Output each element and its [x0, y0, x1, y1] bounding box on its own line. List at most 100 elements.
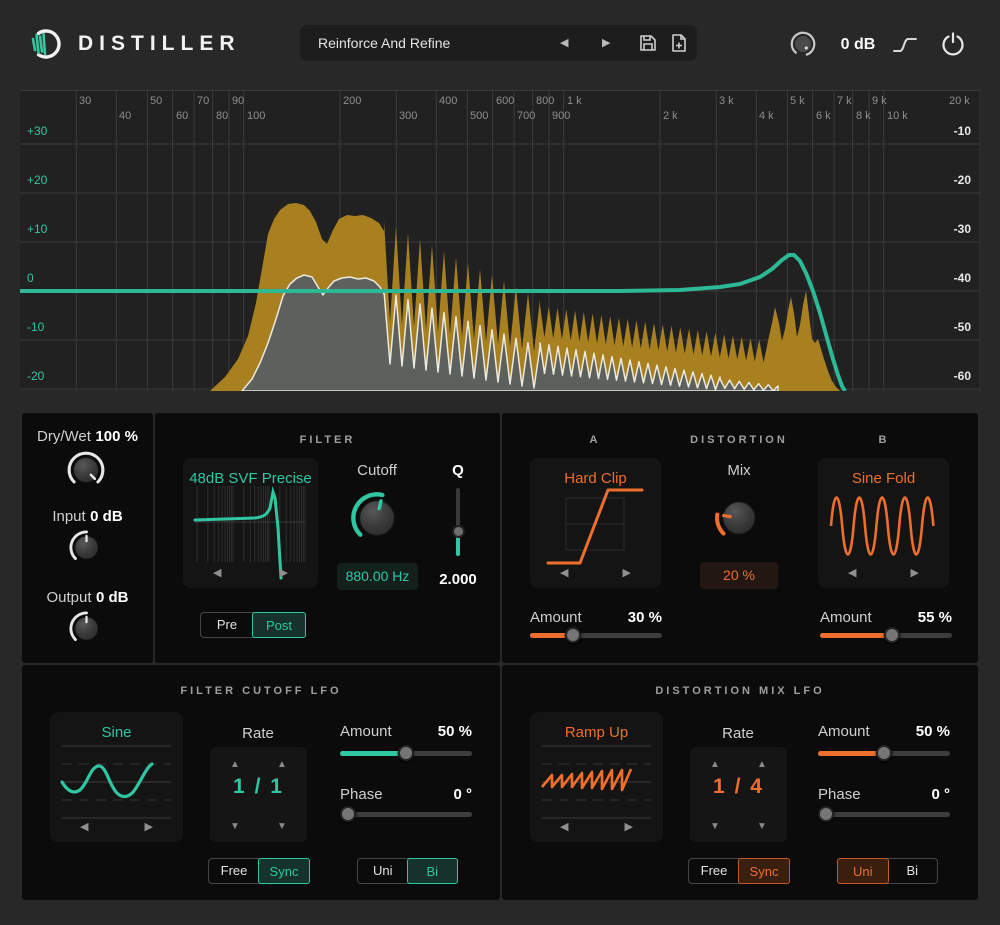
filter-panel: FILTER 48dB SVF Precise ◀ ▶ Pre Post Cut…: [155, 413, 500, 663]
lfo1-header: FILTER CUTOFF LFO: [22, 685, 500, 697]
slider-handle[interactable]: [876, 745, 892, 761]
lfo2-uni-option[interactable]: Uni: [837, 858, 889, 884]
lfo2-shape-prev-button[interactable]: ◀: [560, 820, 568, 833]
slider-handle[interactable]: [565, 627, 581, 643]
lfo1-phase-label: Phase: [340, 786, 383, 803]
rate-denominator-up-button[interactable]: ▲: [267, 759, 297, 770]
cutoff-value[interactable]: 880.00 Hz: [337, 563, 418, 590]
rate-numerator-down-button[interactable]: ▼: [220, 821, 250, 832]
lfo2-phase-value: 0 °: [890, 786, 950, 803]
soft-clip-icon[interactable]: [892, 37, 918, 53]
rate-numerator-down-button[interactable]: ▼: [700, 821, 730, 832]
q-value: 2.000: [428, 571, 488, 588]
lfo2-phase-slider[interactable]: [818, 806, 950, 822]
lfo1-rate-label: Rate: [218, 725, 298, 742]
rate-denominator-down-button[interactable]: ▼: [267, 821, 297, 832]
cutoff-knob[interactable]: [349, 490, 405, 546]
routing-pre-option[interactable]: Pre: [201, 613, 253, 637]
filter-routing-toggle: Pre Post: [200, 612, 306, 638]
distortion-a-type-selector[interactable]: Hard Clip ◀ ▶: [530, 458, 661, 588]
output-value: 0 dB: [96, 589, 129, 606]
input-row: Input 0 dB: [22, 508, 153, 526]
lfo1-uni-option[interactable]: Uni: [358, 859, 408, 883]
filter-type-next-button[interactable]: ▶: [280, 566, 288, 579]
slider-track: [818, 812, 950, 817]
filter-type-prev-button[interactable]: ◀: [213, 566, 221, 579]
lfo2-amount-slider[interactable]: [818, 745, 950, 761]
sine-wave-thumbnail: [50, 712, 183, 842]
output-gain-value[interactable]: 0 dB: [830, 27, 886, 63]
rate-numerator-up-button[interactable]: ▲: [700, 759, 730, 770]
lfo1-free-option[interactable]: Free: [209, 859, 259, 883]
output-level-knob[interactable]: [68, 610, 105, 647]
drywet-label: Dry/Wet: [37, 428, 91, 445]
slider-handle[interactable]: [398, 745, 414, 761]
preset-name[interactable]: Reinforce And Refine: [318, 25, 450, 61]
cutoff-label: Cutoff: [337, 462, 417, 479]
input-value: 0 dB: [90, 508, 123, 525]
q-slider[interactable]: [452, 488, 465, 556]
mix-value[interactable]: 20 %: [700, 562, 778, 589]
slider-track: [340, 812, 472, 817]
lfo2-shape-next-button[interactable]: ▶: [625, 820, 633, 833]
logo-icon: [26, 24, 66, 64]
distortion-panel: A DISTORTION B Hard Clip ◀ ▶ Mix 20 % Si…: [502, 413, 978, 663]
top-bar: DISTILLER Reinforce And Refine ◀ ▶ 0 dB: [0, 0, 1000, 90]
lfo2-phase-label: Phase: [818, 786, 861, 803]
save-as-new-preset-icon[interactable]: [670, 33, 688, 53]
slider-fill: [340, 751, 406, 756]
amount-b-slider[interactable]: [820, 627, 952, 643]
distortion-header: DISTORTION: [659, 434, 819, 446]
amount-a-slider[interactable]: [530, 627, 662, 643]
knob-indicator-dot: [805, 46, 808, 49]
slider-handle[interactable]: [884, 627, 900, 643]
lfo2-free-option[interactable]: Free: [689, 859, 739, 883]
lfo1-shape-selector[interactable]: Sine ◀ ▶: [50, 712, 183, 842]
lfo1-phase-slider[interactable]: [340, 806, 472, 822]
preset-bar: Reinforce And Refine ◀ ▶: [300, 25, 697, 61]
save-preset-icon[interactable]: [638, 33, 658, 53]
output-gain-knob[interactable]: [788, 29, 818, 59]
preset-prev-button[interactable]: ◀: [560, 25, 568, 61]
mix-label: Mix: [699, 462, 779, 479]
rate-denominator-up-button[interactable]: ▲: [747, 759, 777, 770]
distortion-b-prev-button[interactable]: ◀: [848, 566, 856, 579]
rate-numerator-up-button[interactable]: ▲: [220, 759, 250, 770]
lfo1-bi-option[interactable]: Bi: [407, 858, 459, 884]
spectrum-analyzer[interactable]: 3040506070809010020030040050060070080090…: [20, 90, 980, 390]
lfo2-rate-value[interactable]: 1 / 4: [690, 775, 787, 799]
lfo1-sync-toggle: Free Sync: [208, 858, 310, 884]
distortion-a-prev-button[interactable]: ◀: [560, 566, 568, 579]
distortion-b-next-button[interactable]: ▶: [911, 566, 919, 579]
lfo1-sync-option[interactable]: Sync: [258, 858, 310, 884]
filter-cutoff-lfo-panel: FILTER CUTOFF LFO Sine ◀ ▶ Rate ▲ ▲ 1 / …: [22, 665, 500, 900]
input-gain-knob[interactable]: [68, 529, 105, 566]
lfo2-sync-option[interactable]: Sync: [738, 858, 790, 884]
lfo1-phase-value: 0 °: [412, 786, 472, 803]
slider-handle[interactable]: [818, 806, 834, 822]
lfo1-rate-control: ▲ ▲ 1 / 1 ▼ ▼: [210, 747, 307, 842]
lfo1-amount-slider[interactable]: [340, 745, 472, 761]
lfo2-bi-option[interactable]: Bi: [888, 859, 938, 883]
lfo1-shape-next-button[interactable]: ▶: [145, 820, 153, 833]
hard-clip-thumbnail: [530, 458, 661, 588]
slider-handle[interactable]: [340, 806, 356, 822]
slot-b-header: B: [864, 434, 904, 446]
filter-type-selector[interactable]: 48dB SVF Precise ◀ ▶: [183, 458, 318, 588]
preset-next-button[interactable]: ▶: [602, 25, 610, 61]
distortion-b-type-selector[interactable]: Sine Fold ◀ ▶: [818, 458, 949, 588]
lfo1-rate-value[interactable]: 1 / 1: [210, 775, 307, 799]
rate-denominator-down-button[interactable]: ▼: [747, 821, 777, 832]
lfo2-shape-selector[interactable]: Ramp Up ◀ ▶: [530, 712, 663, 842]
drywet-knob[interactable]: [66, 450, 106, 490]
drywet-value: 100 %: [95, 428, 138, 445]
q-slider-handle[interactable]: [452, 525, 465, 538]
power-button[interactable]: [940, 31, 966, 57]
lfo1-shape-prev-button[interactable]: ◀: [80, 820, 88, 833]
slider-fill: [820, 633, 893, 638]
lfo1-amount-label: Amount: [340, 723, 392, 740]
routing-post-option[interactable]: Post: [252, 612, 306, 638]
amount-a-label: Amount: [530, 609, 582, 626]
distortion-a-next-button[interactable]: ▶: [623, 566, 631, 579]
mix-knob[interactable]: [713, 492, 765, 544]
